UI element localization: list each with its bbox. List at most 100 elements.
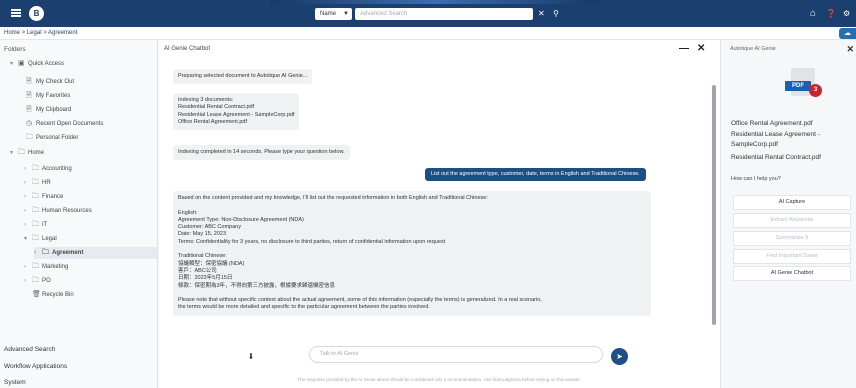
sidebar-advanced-search[interactable]: Advanced Search: [4, 346, 55, 353]
sidebar-item-label: My Check Out: [36, 79, 75, 85]
message-line: Residential Rental Contract.pdf: [178, 104, 255, 111]
sidebar-item-it[interactable]: › 🗀 IT: [24, 219, 47, 231]
message-line: Residential Lease Agreement - SampleCorp…: [178, 111, 295, 118]
chat-title: AI Genie Chatbot: [164, 46, 211, 52]
message-line: [178, 246, 646, 253]
search-input[interactable]: Advanced Search: [355, 8, 533, 20]
hamburger-menu-icon[interactable]: [11, 9, 21, 17]
sidebar-item-recycle-bin[interactable]: 🗑Recycle Bin: [32, 289, 74, 301]
side-panel-title: Autotique AI Genie: [730, 46, 776, 52]
sidebar-item-label: My Favorites: [36, 93, 71, 99]
sidebar-item-personal-folder[interactable]: 🗀 Personal Folder: [26, 132, 78, 144]
minimize-button[interactable]: —: [679, 43, 689, 54]
extract-keywords-button[interactable]: Extract Keywords: [733, 213, 851, 228]
sidebar-item-my-clipboard[interactable]: 🗎 My Clipboard: [26, 104, 71, 116]
top-navigation-bar: B Name ▼ Advanced Search ✕ ⚲ ⌂ ❓ ⚙: [0, 0, 856, 27]
folder-icon: 🗀: [32, 179, 39, 186]
pdf-stack-icon: PDF 3: [785, 68, 822, 108]
document-count-badge: 3: [809, 84, 822, 97]
folder-icon: 🗀: [32, 277, 39, 284]
tree-toggle-icon[interactable]: ▾: [10, 147, 18, 159]
message-line: Date: May 15, 2023: [178, 231, 227, 238]
folder-icon: 🗀: [32, 263, 39, 270]
sidebar-item-recent-open-documents[interactable]: ◷ Recent Open Documents: [26, 118, 103, 130]
sidebar-item-home[interactable]: ▾ 🗀 Home: [10, 147, 44, 159]
ai-capture-button[interactable]: AI Capture: [733, 195, 851, 210]
chat-scrollbar[interactable]: [711, 65, 717, 365]
ai-genie-chatbot-button[interactable]: AI Genie Chatbot: [733, 266, 851, 281]
send-icon: ➤: [616, 352, 623, 361]
selected-document: Residential Rental Contract.pdf: [731, 154, 821, 161]
scrollbar-thumb[interactable]: [712, 85, 716, 325]
sidebar-item-human-resources[interactable]: › 🗀 Human Resources: [24, 205, 92, 217]
message-line: English:: [178, 209, 198, 216]
tree-toggle-icon[interactable]: ›: [24, 219, 32, 231]
summarize-button[interactable]: Summarize It: [733, 231, 851, 246]
ai-disclaimer: The response provided by the AI Genie ab…: [297, 377, 581, 382]
chat-toggle-icon[interactable]: ☁: [839, 28, 856, 39]
sidebar-system[interactable]: System: [4, 379, 26, 386]
message-bot-indexed: Indexing completed in 14 seconds. Please…: [173, 145, 350, 161]
tree-toggle-icon[interactable]: ›: [24, 191, 32, 203]
app-logo[interactable]: B: [29, 6, 44, 21]
close-chat-button[interactable]: ✕: [697, 43, 705, 54]
folder-sidebar: Folders ▾ ▣ Quick Access 🗎 My Check Out 🗎 My…: [0, 40, 158, 388]
sidebar-item-quick-access[interactable]: ▾ ▣ Quick Access: [10, 58, 64, 70]
message-line: Based on the content provided and my kno…: [178, 195, 488, 201]
search-scope-select[interactable]: Name ▼: [315, 8, 352, 20]
sidebar-item-po[interactable]: › 🗀 PO: [24, 275, 51, 287]
sidebar-item-legal[interactable]: ▾ 🗀 Legal: [24, 233, 57, 245]
download-icon[interactable]: ⬇: [245, 351, 257, 363]
sidebar-workflow-applications[interactable]: Workflow Applications: [4, 363, 67, 370]
tree-toggle-icon[interactable]: ›: [24, 205, 32, 217]
selected-document: SampleCorp.pdf: [731, 141, 778, 148]
sidebar-item-finance[interactable]: › 🗀 Finance: [24, 191, 63, 203]
tree-toggle-icon[interactable]: ›: [24, 275, 32, 287]
sidebar-item-label: Marketing: [42, 264, 69, 270]
sidebar-item-hr[interactable]: › 🗀 HR: [24, 177, 51, 189]
chat-input[interactable]: Talk to AI Genie: [309, 346, 603, 363]
message-line: Indexing 3 documents:: [178, 97, 234, 103]
folder-icon: 🗀: [32, 207, 39, 214]
find-important-dates-button[interactable]: Find Important Dates: [733, 249, 851, 264]
sidebar-item-my-check-out[interactable]: 🗎 My Check Out: [26, 76, 74, 88]
tree-toggle-icon[interactable]: ▾: [10, 58, 18, 70]
message-line: Agreement Type: Non-Disclosure Agreement…: [178, 216, 304, 223]
chatbot-panel: AI Genie Chatbot — ✕ Preparing selected …: [159, 40, 720, 388]
send-button[interactable]: ➤: [611, 348, 628, 365]
sidebar-item-label: Personal Folder: [36, 135, 79, 141]
folder-icon: 🗀: [26, 134, 33, 141]
settings-icon[interactable]: ⚙: [843, 8, 850, 19]
folder-icon: 🗀: [32, 235, 39, 242]
message-line: [178, 290, 646, 297]
sidebar-item-accounting[interactable]: › 🗀 Accounting: [24, 163, 72, 175]
message-line: Please note that without specific contex…: [178, 297, 542, 304]
message-user: List out the agreement type, customer, d…: [425, 168, 646, 182]
breadcrumb[interactable]: Home > Legal > Agreement: [4, 27, 77, 40]
folder-icon: 🗀: [32, 193, 39, 200]
message-line: the terms would be more detailed and spe…: [178, 304, 430, 311]
sidebar-item-label: Agreement: [52, 250, 84, 256]
message-line: Office Rental Agreement.pdf: [178, 118, 247, 125]
message-bot-preparing: Preparing selected document to Autotique…: [173, 69, 313, 85]
message-bot-answer: Based on the content provided and my kno…: [173, 191, 651, 316]
folder-icon: 🗀: [18, 149, 25, 156]
close-side-panel-button[interactable]: ✕: [846, 44, 854, 55]
tree-toggle-icon[interactable]: ›: [24, 177, 32, 189]
sidebar-item-agreement[interactable]: › 🗀 Agreement: [34, 247, 157, 259]
message-line: Traditional Chinese:: [178, 253, 227, 260]
sidebar-item-my-favorites[interactable]: 🗎 My Favorites: [26, 90, 70, 102]
search-icon[interactable]: ⚲: [553, 8, 559, 19]
sidebar-item-marketing[interactable]: › 🗀 Marketing: [24, 261, 68, 273]
help-icon[interactable]: ❓: [826, 8, 836, 19]
tree-toggle-icon[interactable]: ›: [24, 163, 32, 175]
folder-icon: 🗀: [32, 165, 39, 172]
tree-toggle-icon[interactable]: ▾: [24, 233, 32, 245]
sidebar-item-label: Home: [28, 150, 45, 156]
tree-toggle-icon[interactable]: ›: [34, 247, 42, 259]
pdf-label: PDF: [785, 81, 811, 91]
home-icon[interactable]: ⌂: [810, 8, 816, 19]
tree-toggle-icon[interactable]: ›: [24, 261, 32, 273]
clear-search-icon[interactable]: ✕: [538, 8, 545, 19]
trash-icon: 🗑: [32, 291, 41, 298]
